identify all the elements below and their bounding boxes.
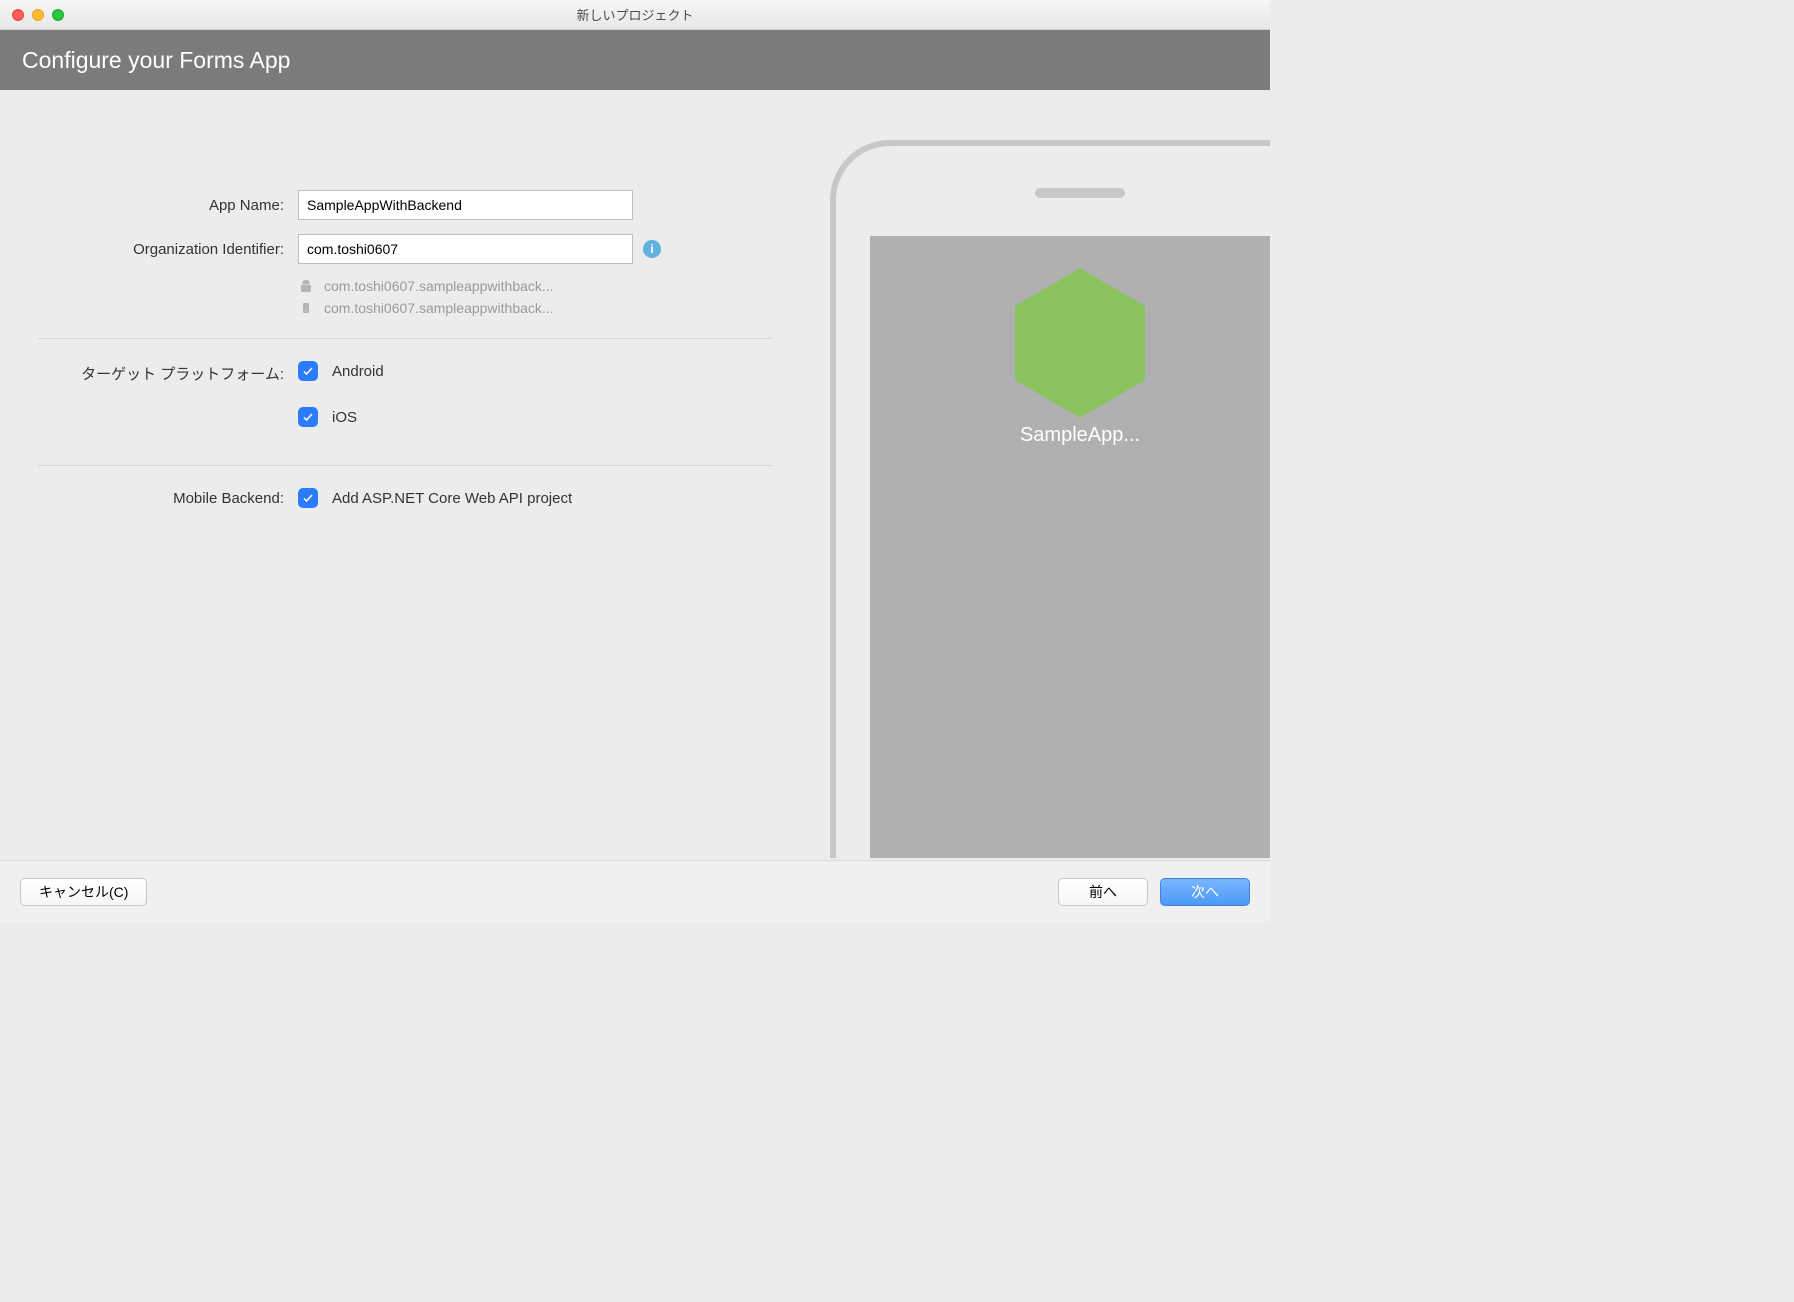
preview-area: SampleApp... (810, 90, 1270, 858)
row-org-id: Organization Identifier: i (38, 234, 772, 264)
next-button[interactable]: 次へ (1160, 878, 1250, 906)
checkbox-backend[interactable] (298, 488, 318, 508)
checkbox-android[interactable] (298, 361, 318, 381)
hint-ios: com.toshi0607.sampleappwithback... (298, 300, 772, 316)
row-app-name: App Name: (38, 190, 772, 220)
back-button[interactable]: 前へ (1058, 878, 1148, 906)
label-app-name: App Name: (38, 197, 298, 214)
input-org-id[interactable] (298, 234, 633, 264)
page-title: Configure your Forms App (22, 47, 290, 74)
label-platforms: ターゲット プラットフォーム: (38, 361, 298, 384)
device-screen: SampleApp... (870, 236, 1270, 858)
checkbox-row-android: Android (298, 361, 384, 381)
row-backend: Mobile Backend: Add ASP.NET Core Web API… (38, 488, 772, 508)
checkbox-row-ios: iOS (298, 407, 357, 427)
app-hex-icon (1015, 268, 1145, 418)
hint-ios-text: com.toshi0607.sampleappwithback... (324, 300, 554, 316)
input-app-name[interactable] (298, 190, 633, 220)
label-org-id: Organization Identifier: (38, 241, 298, 258)
separator-2 (38, 465, 772, 466)
preview-app-label: SampleApp... (1020, 424, 1140, 447)
checkbox-backend-label: Add ASP.NET Core Web API project (332, 490, 572, 507)
row-platforms: ターゲット プラットフォーム: Android iOS (38, 361, 772, 443)
header-banner: Configure your Forms App (0, 30, 1270, 90)
window-title: 新しいプロジェクト (0, 5, 1270, 24)
device-frame: SampleApp... (830, 140, 1270, 858)
checkbox-ios-label: iOS (332, 409, 357, 426)
hint-android: com.toshi0607.sampleappwithback... (298, 278, 772, 294)
hint-android-text: com.toshi0607.sampleappwithback... (324, 278, 554, 294)
separator (38, 338, 772, 339)
checkbox-android-label: Android (332, 363, 384, 380)
content-area: App Name: Organization Identifier: i com… (0, 90, 1270, 858)
checkbox-ios[interactable] (298, 407, 318, 427)
label-backend: Mobile Backend: (38, 490, 298, 507)
form-area: App Name: Organization Identifier: i com… (0, 90, 810, 858)
phone-icon (298, 301, 314, 315)
android-icon (298, 279, 314, 293)
device-speaker (1035, 188, 1125, 198)
checkbox-row-backend: Add ASP.NET Core Web API project (298, 488, 572, 508)
cancel-button[interactable]: キャンセル(C) (20, 878, 147, 906)
info-icon[interactable]: i (643, 240, 661, 258)
titlebar: 新しいプロジェクト (0, 0, 1270, 30)
footer: キャンセル(C) 前へ 次へ (0, 860, 1270, 922)
